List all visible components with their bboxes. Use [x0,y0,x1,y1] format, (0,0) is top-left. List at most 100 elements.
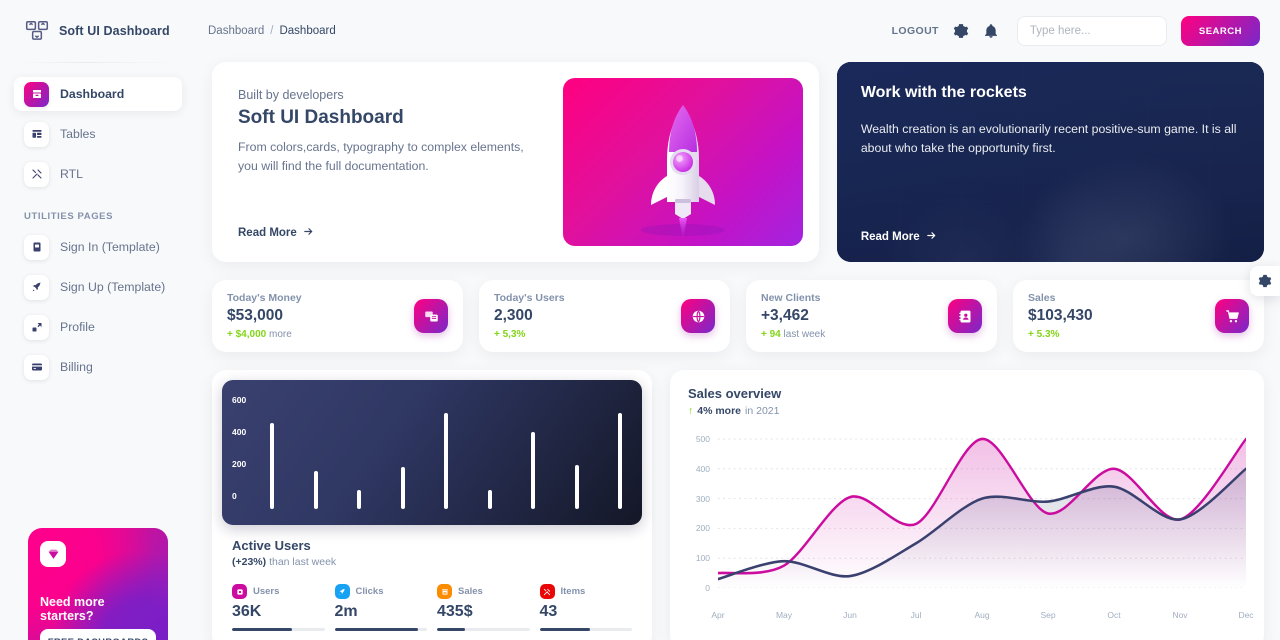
topbar-actions: LOGOUT SEARCH [892,16,1260,46]
metric-label: Sales [458,586,483,597]
sales-overview-subtitle-rest: in 2021 [745,405,780,417]
stat-card-todays-users: Today's Users 2,300 + 5,3% [479,280,730,352]
globe-icon [681,299,715,333]
document-icon [24,234,49,260]
active-users-card: 600 400 200 0 Active Users (+23%) than l… [212,370,652,640]
cursor-icon [334,584,350,599]
sidebar-item-label: RTL [60,167,84,181]
active-users-bar-chart: 600 400 200 0 [222,380,642,525]
arrow-up-icon: ↑ [688,405,694,417]
bar-ytick: 600 [232,395,247,406]
metric-users: Users 36K [232,584,325,631]
cart-icon [1215,299,1249,333]
sales-overview-delta: 4% more [697,405,742,417]
main-content: Built by developers Soft UI Dashboard Fr… [196,62,1280,640]
sidebar-item-label: Sign In (Template) [60,240,160,254]
line-chart-ytick: 300 [695,493,710,504]
sidebar-item-billing[interactable]: Billing [14,350,182,384]
sidebar-item-dashboard[interactable]: Dashboard [14,77,182,111]
sidebar-item-sign-up[interactable]: Sign Up (Template) [14,270,182,304]
metric-progress-fill [334,628,418,631]
sales-overview-subtitle: ↑ 4% more in 2021 [688,405,1246,417]
active-users-metrics: Users 36K Clicks 2m Sales 435$ Items 43 [222,572,642,639]
stat-card-todays-money: Today's Money $53,000 + $4,000 more [212,280,463,352]
dashboard-icon [24,81,49,107]
contact-icon [948,299,982,333]
line-chart-xtick: May [775,610,793,620]
search-bar [1016,16,1167,46]
bar [400,466,405,509]
breadcrumb-current: Dashboard [279,25,336,37]
sidebar-divider [18,62,178,63]
stat-value: +3,462 [761,307,809,324]
stat-card-sales: Sales $103,430 + 5.3% [1013,280,1264,352]
active-users-subtitle-rest: than last week [269,556,337,568]
sidebar-item-tables[interactable]: Tables [14,117,182,151]
sidebar-item-profile[interactable]: Profile [14,310,182,344]
line-chart-ytick: 0 [705,583,710,593]
line-chart-xtick: Jul [910,610,922,620]
line-chart-xtick: Jun [843,610,857,620]
stat-delta-value: + 94 [761,329,781,340]
sidebar-item-rtl[interactable]: RTL [14,157,182,191]
stat-delta-value: + 5,3% [494,329,526,340]
sales-overview-title: Sales overview [688,386,782,401]
line-chart-plot [716,433,1248,589]
hero-kicker: Built by developers [238,88,344,102]
free-dashboards-button[interactable]: FREE DASHBOARDS [40,629,156,640]
work-with-the-rockets-card: Work with the rockets Wealth creation is… [836,62,1264,262]
metric-progress-track [232,628,325,631]
active-users-subtitle: (+23%) than last week [232,556,632,568]
users-icon [232,584,247,599]
sidebar-item-label: Tables [60,127,96,141]
logout-button[interactable]: LOGOUT [892,25,939,37]
gear-icon[interactable] [953,23,969,39]
metric-label: Clicks [355,586,384,597]
hero-read-more-label: Read More [238,227,297,239]
bar [618,413,622,509]
cube-logo-icon [24,18,50,44]
stats-row: Today's Money $53,000 + $4,000 more Toda… [212,280,1264,352]
line-chart-xtick: Aug [974,610,990,620]
hero-description: From colors,cards, typography to complex… [238,140,524,174]
money-icon [414,299,448,333]
stat-value: $103,430 [1028,307,1093,324]
metric-sales: Sales 435$ [437,584,530,631]
rockets-read-more-link[interactable]: Read More [861,230,1240,244]
hero-row: Built by developers Soft UI Dashboard Fr… [212,62,1264,262]
sidebar-item-sign-in[interactable]: Sign In (Template) [14,230,182,264]
metric-progress-fill [437,628,465,631]
hero-text: Built by developers Soft UI Dashboard Fr… [228,78,563,246]
line-chart-ytick: 200 [695,523,710,534]
sidebar-section-label: UTILITIES PAGES [24,211,114,222]
stat-delta: + 94 last week [761,329,948,340]
breadcrumb-root[interactable]: Dashboard [208,25,264,37]
hero-read-more-link[interactable]: Read More [238,226,553,240]
metric-items: Items 43 [539,584,632,631]
metric-value: 435$ [437,603,473,620]
sales-overview-line-chart: 0 100 200 300 400 500 Apr May Jun Jul Au… [688,433,1254,620]
rockets-content: Work with the rockets Wealth creation is… [837,62,1264,262]
metric-progress-track [539,628,632,631]
stat-delta: + $4,000 more [227,329,414,340]
search-input[interactable] [1017,17,1166,45]
search-button[interactable]: SEARCH [1180,16,1260,46]
metric-label: Items [560,586,586,597]
metric-progress-track [334,628,427,631]
bar-ytick: 0 [232,491,237,501]
stat-delta: + 5,3% [494,329,681,340]
hero-title: Soft UI Dashboard [238,107,404,128]
metric-label: Users [253,586,280,597]
stat-label: New Clients [761,292,821,304]
metric-progress-track [437,628,530,631]
settings-toggle-button[interactable] [1250,266,1280,296]
brand[interactable]: Soft UI Dashboard [14,0,182,62]
shop-icon [437,584,452,599]
line-chart-xtick: Nov [1172,610,1188,620]
stat-delta-value: + 5.3% [1028,329,1060,340]
bell-icon[interactable] [983,23,999,39]
charts-row: 600 400 200 0 Active Users (+23%) than l… [212,370,1264,640]
stat-delta-suffix: last week [783,329,826,340]
bar-ytick: 200 [232,459,247,470]
rockets-description: Wealth creation is an evolutionarily rec… [860,122,1237,156]
